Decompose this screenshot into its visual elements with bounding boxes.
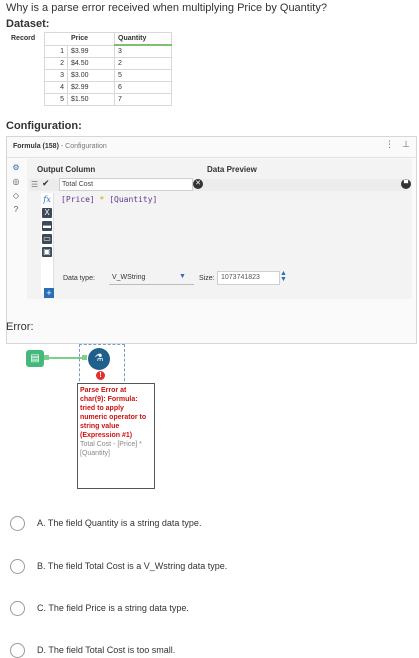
connection-line xyxy=(44,357,84,359)
size-input[interactable]: 1073741823 xyxy=(217,271,280,285)
configuration-heading: Configuration: xyxy=(6,120,82,132)
pin-icon[interactable]: ⊥ xyxy=(402,139,410,150)
target-icon[interactable]: ◎ xyxy=(11,177,21,187)
size-stepper-icon[interactable]: ▲ ▼ xyxy=(280,270,287,283)
drag-handle-icon[interactable]: ☰ xyxy=(31,180,38,189)
gear-icon[interactable]: ⚙ xyxy=(11,163,21,173)
option-label: B. The field Total Cost is a V_Wstring d… xyxy=(37,561,228,571)
more-options-icon[interactable]: ⋮ xyxy=(385,139,394,150)
size-label: Size: xyxy=(199,275,215,282)
output-column-header: Output Column xyxy=(37,165,96,174)
table-row: 1 $3.99 3 xyxy=(8,44,172,58)
expression-operator: * xyxy=(99,195,105,204)
quantity-cell: 7 xyxy=(114,93,172,106)
expression-field-quantity: [Quantity] xyxy=(109,195,158,204)
price-cell: $1.50 xyxy=(67,93,115,106)
input-data-tool-icon[interactable]: ▤ xyxy=(26,350,44,367)
table-row: 2 $4.50 2 xyxy=(8,57,172,70)
price-cell: $3.00 xyxy=(67,69,115,82)
panel-title-suffix: - Configuration xyxy=(60,143,107,150)
price-cell: $3.99 xyxy=(67,44,115,58)
price-cell: $2.99 xyxy=(67,81,115,94)
output-column-select[interactable]: Total Cost xyxy=(59,178,193,191)
table-row: 4 $2.99 6 xyxy=(8,81,172,94)
chevron-down-icon[interactable]: ✔ xyxy=(42,178,50,189)
save-icon[interactable]: ▣ xyxy=(42,247,52,257)
chevron-down-icon[interactable]: ▼ xyxy=(179,273,186,280)
price-cell: $4.50 xyxy=(67,57,115,70)
error-heading: Error: xyxy=(6,321,34,333)
row-number: 3 xyxy=(44,69,68,82)
option-label: D. The field Total Cost is too small. xyxy=(37,645,176,655)
row-number: 4 xyxy=(44,81,68,94)
formula-configuration-panel: Formula (158) - Configuration ⋮ ⊥ ⚙ ◎ ◇ … xyxy=(6,136,417,344)
formula-tool-icon[interactable]: ⚗ xyxy=(88,348,110,370)
divider xyxy=(7,157,416,158)
quantity-cell: 2 xyxy=(114,57,172,70)
panel-title: Formula (158) - Configuration xyxy=(13,143,107,150)
output-anchor[interactable] xyxy=(44,355,49,360)
saved-expressions-icon[interactable]: ▬ xyxy=(42,221,52,231)
expression-editor[interactable]: [Price] * [Quantity] xyxy=(61,195,157,204)
columns-icon[interactable]: X xyxy=(42,208,52,218)
quantity-cell: 6 xyxy=(114,81,172,94)
radio-button[interactable] xyxy=(10,516,25,531)
trash-icon[interactable]: ▀ xyxy=(401,179,411,189)
error-badge-icon: ! xyxy=(96,371,105,380)
quantity-cell: 3 xyxy=(114,44,172,58)
question-text: Why is a parse error received when multi… xyxy=(6,2,327,14)
help-icon[interactable]: ? xyxy=(11,205,21,215)
column-header-record: Record xyxy=(8,32,45,45)
option-label: A. The field Quantity is a string data t… xyxy=(37,518,202,528)
row-number: 2 xyxy=(44,57,68,70)
table-row: 3 $3.00 5 xyxy=(8,69,172,82)
option-label: C. The field Price is a string data type… xyxy=(37,603,189,613)
function-icon[interactable]: fx xyxy=(42,195,52,205)
add-expression-button[interactable]: + xyxy=(44,288,54,298)
column-header-quantity: Quantity xyxy=(114,32,172,46)
data-preview-header: Data Preview xyxy=(207,165,257,174)
dataset-heading: Dataset: xyxy=(6,18,50,30)
panel-title-tool: Formula (158) xyxy=(13,143,59,150)
close-icon[interactable]: ✕ xyxy=(193,179,203,189)
tag-icon[interactable]: ◇ xyxy=(11,191,21,201)
row-number: 5 xyxy=(44,93,68,106)
quantity-cell: 5 xyxy=(114,69,172,82)
row-number: 1 xyxy=(44,44,68,58)
table-row: 5 $1.50 7 xyxy=(8,93,172,106)
expression-toolbar: fx X ▬ ▭ ▣ xyxy=(41,193,54,293)
data-type-label: Data type: xyxy=(63,275,95,282)
column-header-price: Price xyxy=(44,32,115,46)
error-tooltip: Parse Error at char(9): Formula: tried t… xyxy=(77,383,155,489)
radio-button[interactable] xyxy=(10,643,25,658)
radio-button[interactable] xyxy=(10,559,25,574)
error-message: Parse Error at char(9): Formula: tried t… xyxy=(80,387,147,439)
dataset-table: Record Price Quantity 1 $3.99 3 2 $4.50 2 3 $… xyxy=(8,32,172,106)
error-detail: Total Cost - [Price] * [Quantity] xyxy=(80,441,142,457)
load-icon[interactable]: ▭ xyxy=(42,234,52,244)
expression-field-price: [Price] xyxy=(61,195,95,204)
radio-button[interactable] xyxy=(10,601,25,616)
sidebar: ⚙ ◎ ◇ ? xyxy=(11,163,23,219)
